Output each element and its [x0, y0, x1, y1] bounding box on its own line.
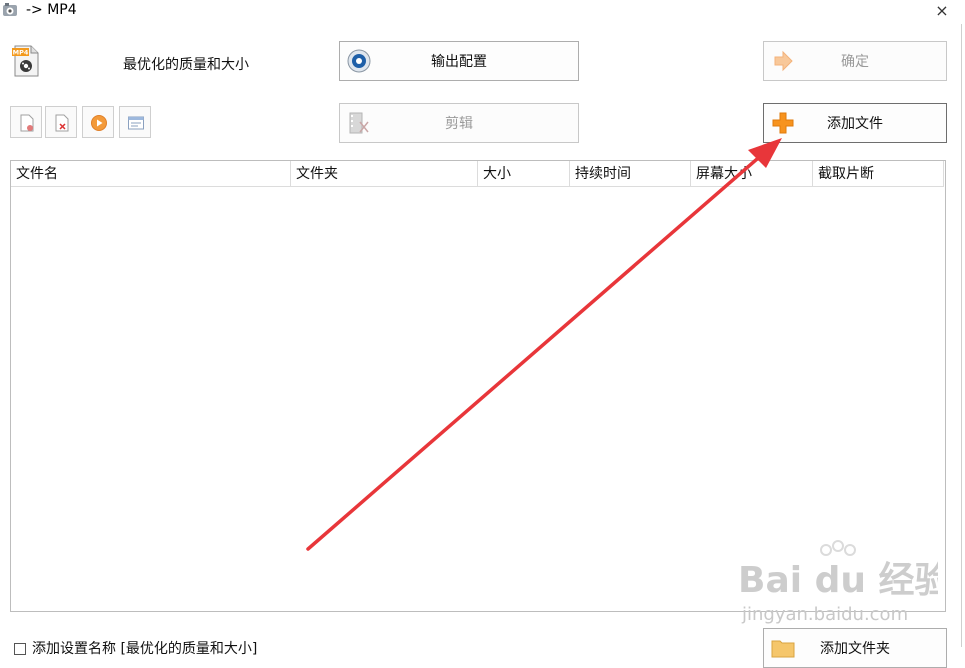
- file-info-icon: [128, 116, 144, 130]
- play-icon: [91, 115, 107, 131]
- ok-label: 确定: [841, 54, 869, 70]
- plus-icon: [772, 112, 794, 134]
- mp4-profile-icon: MP4: [12, 45, 39, 77]
- clear-list-icon: [55, 114, 69, 132]
- file-info-tool[interactable]: [119, 106, 151, 138]
- edit-label: 剪辑: [445, 116, 473, 132]
- window-right-border: [961, 24, 962, 647]
- remove-file-icon: [20, 114, 34, 132]
- add-setting-name-label: 添加设置名称 [最优化的质量和大小]: [32, 641, 258, 657]
- add-file-label: 添加文件: [827, 116, 883, 132]
- add-setting-name-checkbox[interactable]: [14, 643, 26, 655]
- column-header-clip[interactable]: 截取片断: [813, 161, 944, 187]
- ok-button[interactable]: 确定: [763, 41, 947, 81]
- column-header-duration[interactable]: 持续时间: [570, 161, 691, 187]
- column-header-size[interactable]: 大小: [478, 161, 570, 187]
- column-header-filename[interactable]: 文件名: [11, 161, 291, 187]
- film-scissors-icon: [349, 112, 369, 134]
- column-header-screen-size[interactable]: 屏幕大小: [691, 161, 813, 187]
- remove-file-tool[interactable]: [10, 106, 42, 138]
- app-icon: [3, 3, 17, 16]
- title-bar: [0, 0, 965, 24]
- play-tool[interactable]: [82, 106, 114, 138]
- add-folder-button[interactable]: 添加文件夹: [763, 628, 947, 668]
- edit-button[interactable]: 剪辑: [339, 103, 579, 143]
- profile-name-label: 最优化的质量和大小: [123, 57, 249, 73]
- file-list-header: 文件名 文件夹 大小 持续时间 屏幕大小 截取片断: [11, 161, 945, 187]
- folder-icon: [771, 640, 795, 658]
- settings-gear-icon: [347, 49, 371, 73]
- arrow-right-icon: [774, 50, 793, 72]
- window-title: -> MP4: [26, 2, 77, 18]
- column-header-folder[interactable]: 文件夹: [291, 161, 478, 187]
- profile-badge-text: MP4: [13, 49, 29, 57]
- add-file-button[interactable]: 添加文件: [763, 103, 947, 143]
- add-folder-label: 添加文件夹: [820, 641, 890, 657]
- output-settings-label: 输出配置: [431, 54, 487, 70]
- close-button[interactable]: ×: [930, 0, 954, 22]
- file-list[interactable]: 文件名 文件夹 大小 持续时间 屏幕大小 截取片断: [10, 160, 946, 612]
- output-settings-button[interactable]: 输出配置: [339, 41, 579, 81]
- clear-list-tool[interactable]: [45, 106, 77, 138]
